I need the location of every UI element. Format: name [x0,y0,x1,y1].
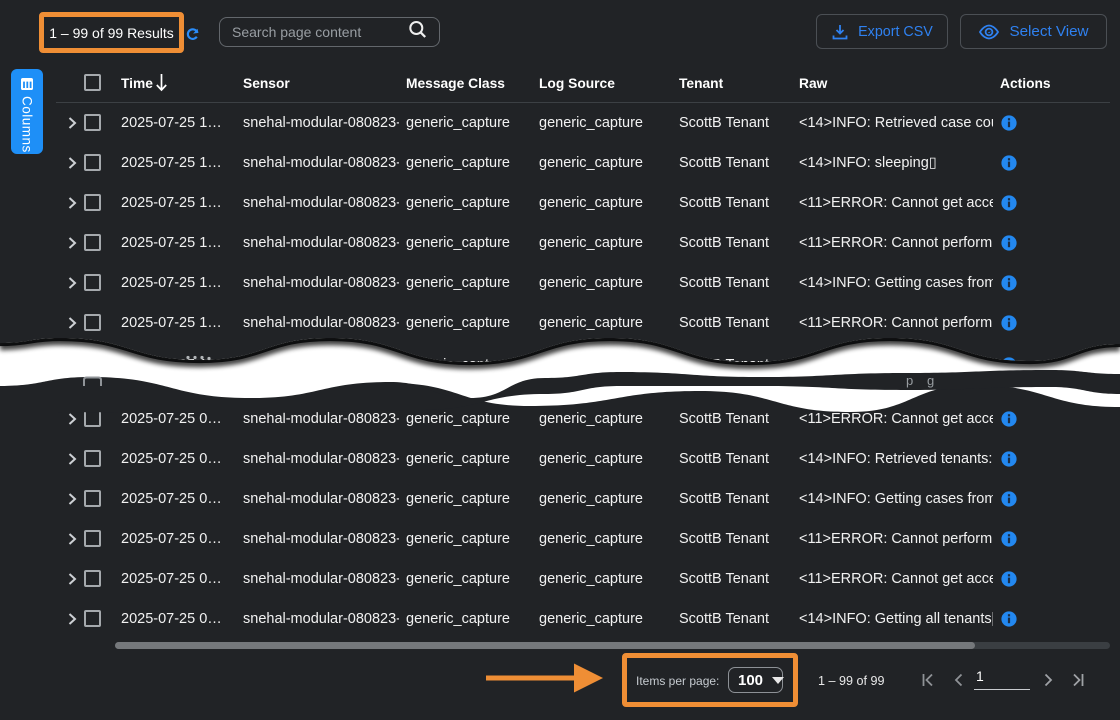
svg-text:g: g [927,373,934,388]
svg-text:p: p [906,373,913,388]
